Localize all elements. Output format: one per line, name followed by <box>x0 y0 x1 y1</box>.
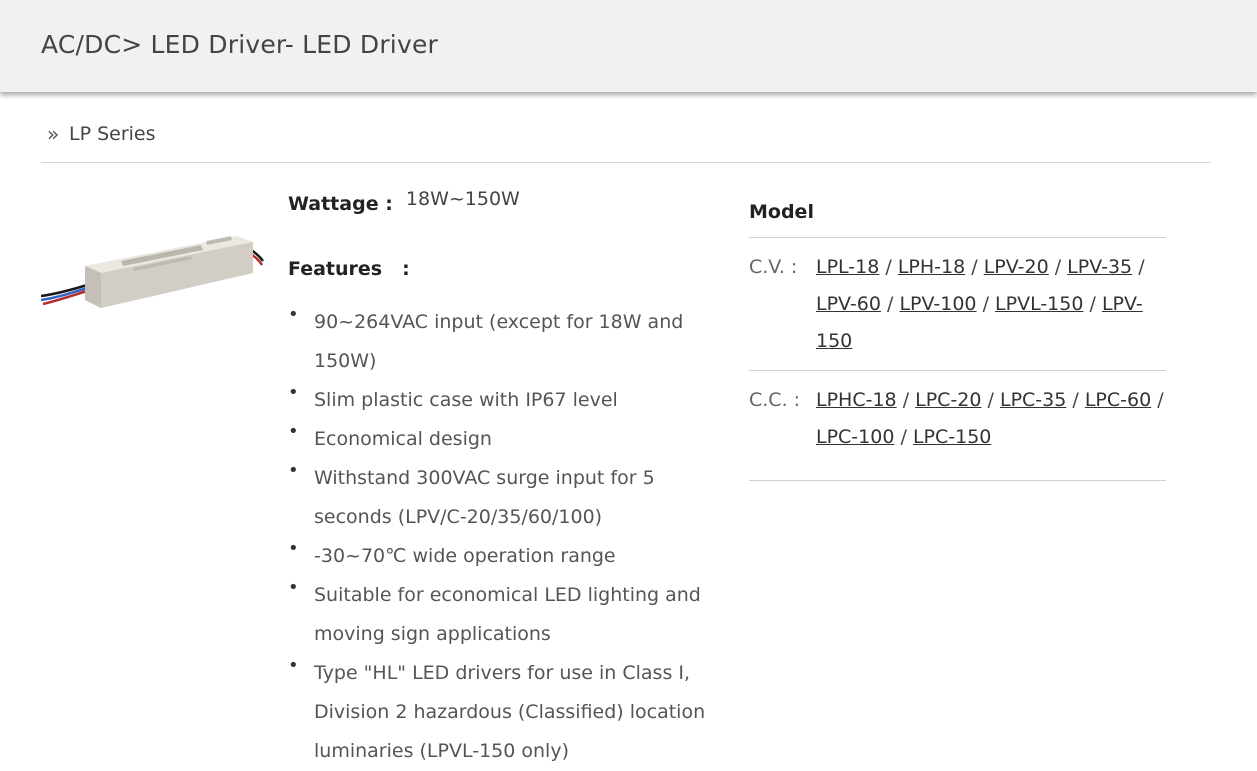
features-label: Features <box>288 258 383 280</box>
link-separator: / <box>1089 293 1096 315</box>
link-separator: / <box>900 426 907 448</box>
model-cv-section: C.V. : LPL-18 / LPH-18 / LPV-20 / LPV-35… <box>749 237 1166 371</box>
link-separator: / <box>1054 256 1062 278</box>
feature-list: • 90~264VAC input (except for 18W and 150… <box>288 303 708 771</box>
model-link-lpv-35[interactable]: LPV-35 <box>1067 256 1132 278</box>
feature-item: • Withstand 300VAC surge input for 5 seco… <box>288 459 708 537</box>
model-link-lph-18[interactable]: LPH-18 <box>898 256 965 278</box>
model-link-lpc-35[interactable]: LPC-35 <box>1000 389 1066 411</box>
link-separator: / <box>885 256 892 278</box>
cv-label: C.V. : <box>749 256 798 278</box>
link-separator: / <box>1138 256 1145 278</box>
cc-label: C.C. : <box>749 389 801 411</box>
wattage-label: Wattage : <box>288 193 393 215</box>
link-separator: / <box>887 293 894 315</box>
page-header: AC/DC> LED Driver- LED Driver <box>0 0 1257 92</box>
model-link-lpl-18[interactable]: LPL-18 <box>816 256 879 278</box>
link-separator: / <box>971 256 978 278</box>
model-link-lpv-60[interactable]: LPV-60 <box>816 293 881 315</box>
feature-text: Suitable for economical LED lighting and… <box>314 584 701 645</box>
wattage-value: 18W~150W <box>405 188 520 210</box>
series-title: LP Series <box>69 123 156 145</box>
link-separator: / <box>902 389 910 411</box>
feature-text: Slim plastic case with IP67 level <box>314 389 618 411</box>
model-link-lphc-18[interactable]: LPHC-18 <box>816 389 897 411</box>
bullet-icon: • <box>288 382 299 403</box>
model-link-lpc-100[interactable]: LPC-100 <box>816 426 894 448</box>
link-separator: / <box>1157 389 1164 411</box>
feature-item: • 90~264VAC input (except for 18W and 150… <box>288 303 708 381</box>
link-separator: / <box>982 293 989 315</box>
features-heading: Features: <box>288 258 410 280</box>
feature-text: Economical design <box>314 428 492 450</box>
model-link-lpc-20[interactable]: LPC-20 <box>915 389 981 411</box>
model-link-lpc-60[interactable]: LPC-60 <box>1085 389 1151 411</box>
feature-text: Type "HL" LED drivers for use in Class I… <box>314 662 706 762</box>
model-cc-section: C.C. : LPHC-18 / LPC-20 / LPC-35 / LPC-6… <box>749 370 1166 481</box>
link-separator: / <box>987 389 994 411</box>
page-title: AC/DC> LED Driver- LED Driver <box>41 30 439 59</box>
feature-item: • -30~70℃ wide operation range <box>288 537 708 576</box>
double-chevron-right-icon: » <box>47 122 60 146</box>
feature-text: Withstand 300VAC surge input for 5 secon… <box>314 467 655 528</box>
cc-model-links: LPHC-18 / LPC-20 / LPC-35 / LPC-60 / LPC… <box>816 382 1166 456</box>
link-separator: / <box>1072 389 1079 411</box>
model-heading: Model <box>749 201 814 223</box>
feature-item: • Type "HL" LED drivers for use in Class … <box>288 654 708 771</box>
model-link-lpc-150[interactable]: LPC-150 <box>913 426 991 448</box>
feature-text: -30~70℃ wide operation range <box>314 545 616 567</box>
bullet-icon: • <box>288 577 299 598</box>
model-link-lpv-20[interactable]: LPV-20 <box>984 256 1049 278</box>
bullet-icon: • <box>288 460 299 481</box>
feature-item: • Slim plastic case with IP67 level <box>288 381 708 420</box>
wattage-row: Wattage : 18W~150W <box>288 188 520 215</box>
model-link-lpvl-150[interactable]: LPVL-150 <box>995 293 1083 315</box>
led-driver-icon <box>40 236 264 308</box>
cv-model-links: LPL-18 / LPH-18 / LPV-20 / LPV-35 / LPV-… <box>816 249 1166 360</box>
feature-item: • Economical design <box>288 420 708 459</box>
feature-text: 90~264VAC input (except for 18W and 150W… <box>314 311 684 372</box>
feature-item: • Suitable for economical LED lighting an… <box>288 576 708 654</box>
bullet-icon: • <box>288 655 299 676</box>
bullet-icon: • <box>288 421 299 442</box>
bullet-icon: • <box>288 304 299 325</box>
bullet-icon: • <box>288 538 299 559</box>
series-breadcrumb: » LP Series <box>41 122 1211 163</box>
features-colon: : <box>402 258 410 280</box>
model-link-lpv-100[interactable]: LPV-100 <box>899 293 976 315</box>
product-image <box>40 228 266 313</box>
